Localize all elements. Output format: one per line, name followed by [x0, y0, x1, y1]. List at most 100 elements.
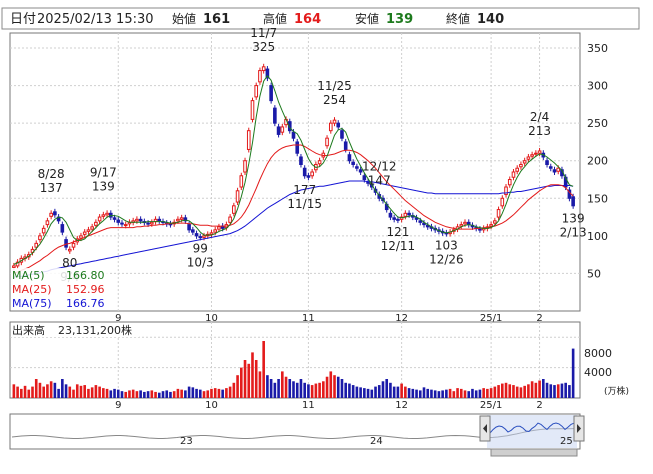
- candle-body: [515, 167, 520, 172]
- volume-bar: [385, 379, 389, 398]
- volume-bar: [79, 385, 83, 398]
- volume-bar: [482, 388, 485, 398]
- price-tick-label: 250: [587, 117, 608, 130]
- volume-bar: [292, 381, 295, 398]
- volume-value: 23,131,200株: [58, 323, 132, 337]
- candle-body: [138, 218, 143, 222]
- volume-bar: [467, 391, 471, 398]
- candle-body: [105, 212, 109, 216]
- volume-bar: [515, 386, 519, 398]
- candle-body: [310, 171, 314, 177]
- volume-bar: [530, 381, 534, 398]
- volume-bar: [284, 376, 288, 398]
- candle-body: [45, 220, 50, 226]
- candle-body: [299, 156, 303, 165]
- navigator-right-handle[interactable]: [573, 415, 585, 442]
- candle-body: [194, 233, 199, 237]
- candle-body: [79, 235, 83, 239]
- annotation-label: 103: [435, 239, 458, 253]
- navigator-left-handle[interactable]: [479, 415, 491, 442]
- price-axis: 350 300 250 200 150 100 50: [587, 42, 608, 280]
- candle-body: [135, 218, 139, 222]
- volume-bar: [31, 386, 34, 398]
- volume-bar: [113, 388, 116, 398]
- volume-bar: [545, 382, 549, 398]
- volume-bar: [295, 382, 299, 398]
- volume-bar: [556, 384, 560, 398]
- candle-body: [459, 224, 464, 227]
- candle-body: [302, 167, 307, 177]
- candle-body: [396, 218, 400, 221]
- candle-body: [49, 212, 53, 217]
- volume-bar: [225, 388, 228, 398]
- navigator-label-23: 23: [180, 436, 193, 447]
- price-tick-label: 150: [587, 192, 608, 205]
- candle-body: [556, 167, 561, 172]
- volume-bar: [75, 384, 79, 398]
- volume-bar: [191, 387, 195, 398]
- annotation-value: 12/26: [429, 253, 464, 267]
- volume-bar: [221, 389, 224, 398]
- volume-bar: [109, 390, 113, 398]
- volume-bar: [198, 389, 202, 398]
- navigator-scrollbar-thumb[interactable]: [490, 448, 578, 457]
- volume-bar: [549, 384, 553, 398]
- candle-body: [250, 100, 255, 120]
- volume-bar: [325, 376, 329, 398]
- ma75-legend-label: MA(75): [12, 297, 52, 310]
- volume-bar: [560, 383, 564, 398]
- volume-bar: [239, 367, 243, 398]
- annotation-label: 8/28: [38, 167, 65, 181]
- candle-body: [526, 156, 531, 160]
- candle-body: [336, 122, 341, 128]
- annotation-label: 121: [386, 225, 409, 239]
- volume-bar: [418, 390, 422, 398]
- candle-body: [478, 228, 482, 231]
- ma25-legend-label: MA(25): [12, 283, 52, 296]
- volume-bar: [273, 382, 277, 398]
- candle-body: [463, 221, 467, 225]
- volume-bar: [571, 348, 575, 398]
- candle-body: [198, 236, 203, 239]
- candle-body: [217, 226, 221, 230]
- volume-bar: [236, 375, 239, 398]
- candle-body: [340, 130, 344, 139]
- annotation-label: 99: [193, 242, 208, 256]
- volume-bar: [169, 391, 172, 398]
- volume-bar: [34, 379, 38, 398]
- candle-body: [71, 242, 76, 248]
- candle-body: [116, 219, 121, 223]
- volume-bar: [348, 383, 351, 398]
- volume-bar: [217, 388, 221, 398]
- candle-body: [418, 220, 423, 223]
- candle-body: [123, 224, 128, 227]
- candle-body: [112, 217, 117, 220]
- volume-bar: [366, 388, 370, 398]
- volume-bar: [94, 385, 98, 398]
- volume-bar: [512, 385, 515, 398]
- volume-bar: [318, 382, 321, 398]
- volume-bar: [478, 389, 482, 398]
- candle-body: [537, 150, 542, 154]
- high-label: 高値: [263, 11, 287, 26]
- volume-bar: [370, 389, 374, 398]
- volume-bar: [172, 391, 176, 398]
- volume-bar: [213, 388, 217, 398]
- volume-bar: [389, 382, 392, 398]
- annotation-value: 11/15: [287, 197, 322, 211]
- candle-body: [519, 163, 523, 168]
- candle-body: [522, 160, 527, 164]
- low-value: 139: [386, 12, 413, 27]
- month-label: 2: [536, 400, 542, 411]
- volume-bar: [90, 387, 94, 398]
- volume-bar: [340, 379, 344, 398]
- volume-bar: [72, 389, 75, 398]
- open-value: 161: [203, 12, 230, 27]
- annotation-label: 12/12: [362, 160, 397, 174]
- volume-bar: [49, 381, 53, 398]
- annotation-label: 11/7: [250, 26, 277, 40]
- candle-body: [64, 239, 68, 248]
- volume-bar: [281, 371, 284, 398]
- annotation-label: 177: [293, 183, 316, 197]
- candle-body: [362, 175, 367, 181]
